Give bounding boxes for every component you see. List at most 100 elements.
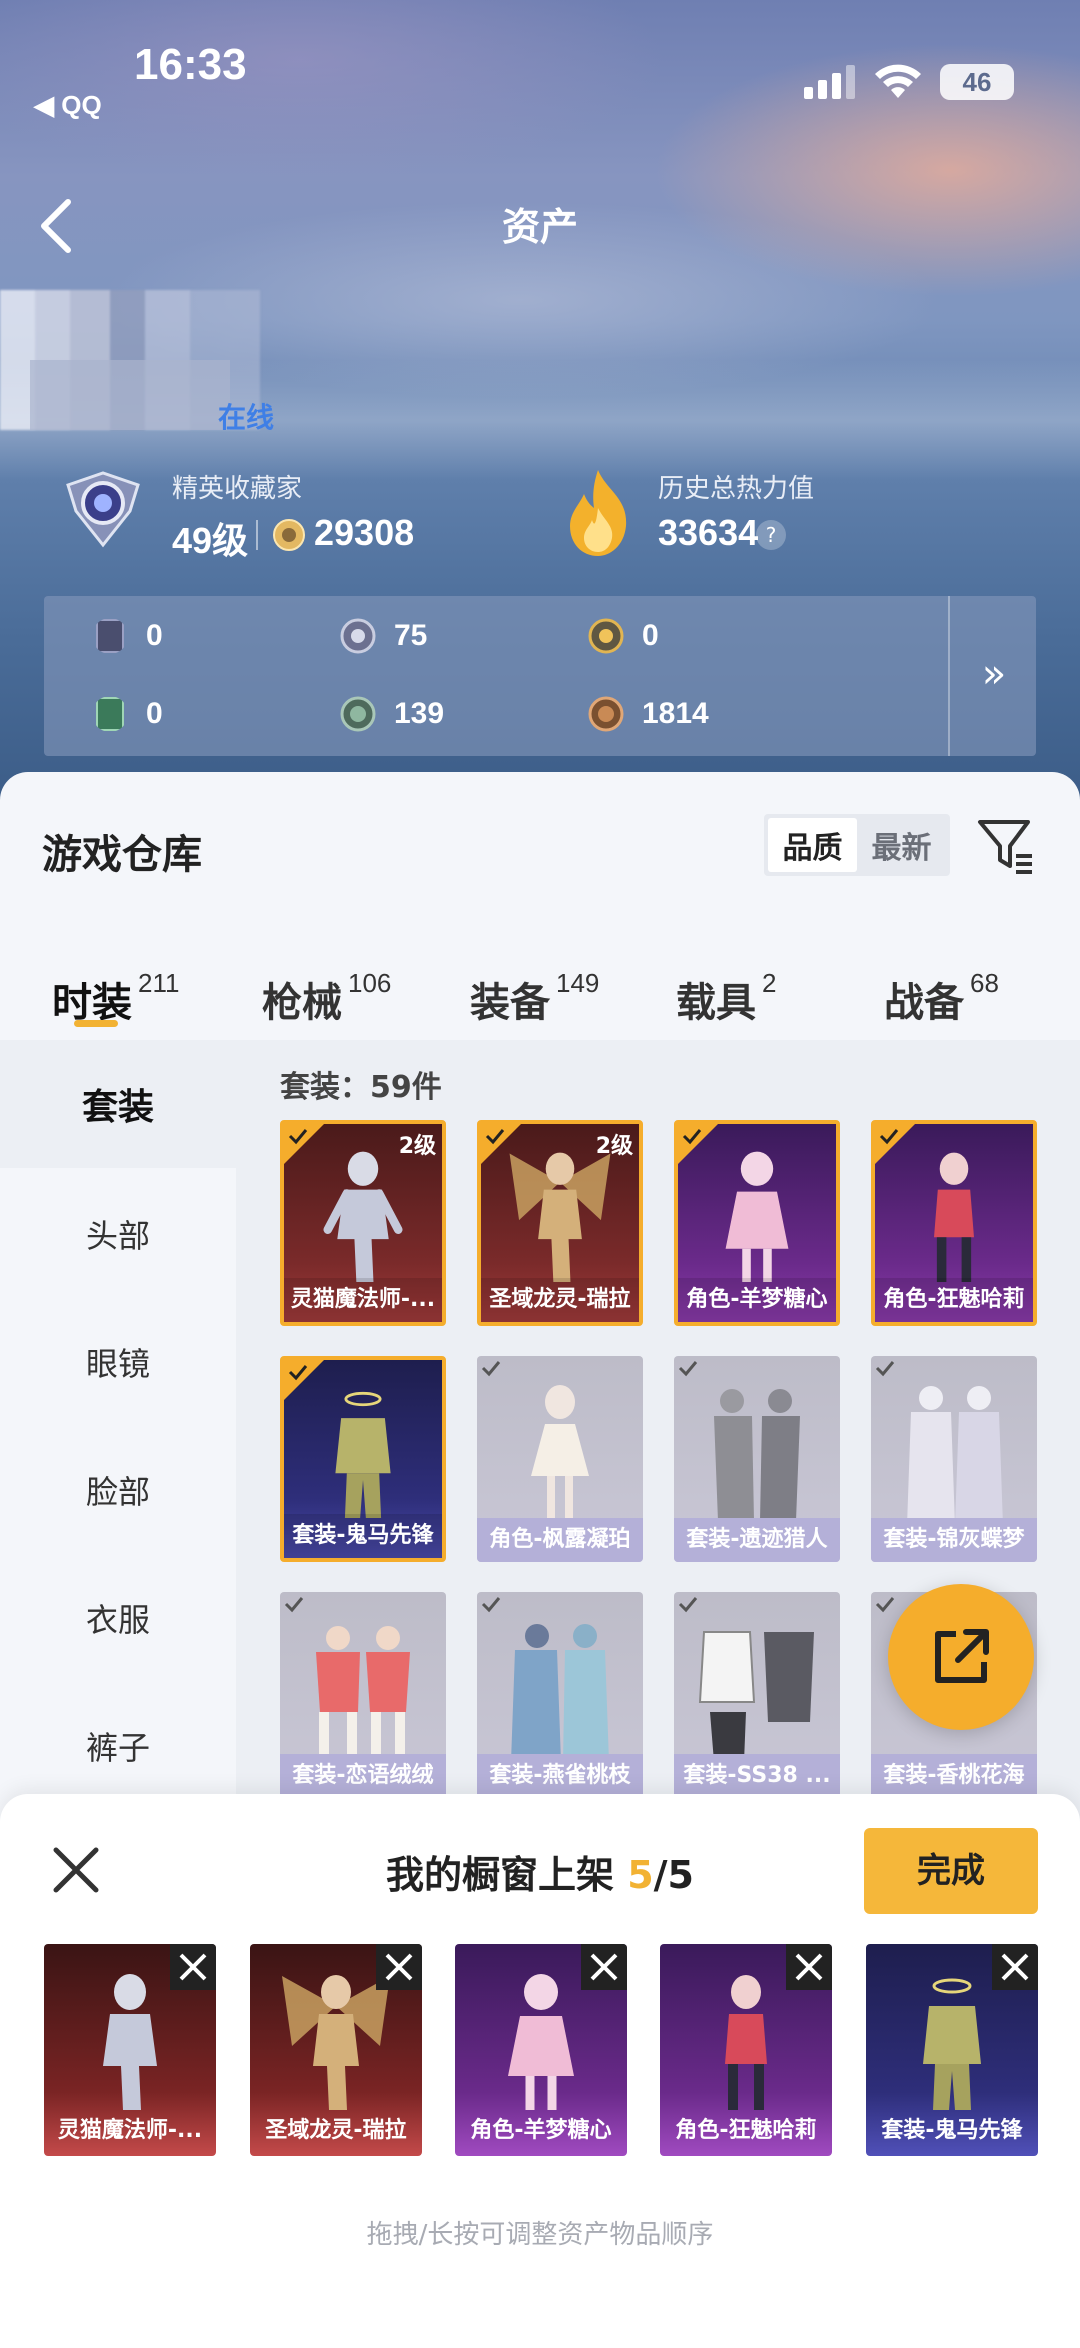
category-tabs: 时装 211 枪械 106 装备 149 载具 2 战备 68: [0, 942, 1080, 1038]
slot-name: 灵猫魔法师-...: [57, 2118, 203, 2143]
status-time: 16:33: [134, 40, 247, 89]
collector-coin-icon: [273, 519, 305, 551]
sidebar-item-face[interactable]: 脸部: [0, 1426, 236, 1554]
currency-value: 139: [394, 697, 445, 730]
showcase-slot[interactable]: 灵猫魔法师-...: [44, 1944, 216, 2156]
expand-currencies-button[interactable]: »: [964, 644, 1024, 704]
slot-name: 角色-羊梦糖心: [470, 2118, 612, 2143]
sort-toggle: 品质 最新: [764, 814, 950, 876]
divider: [256, 520, 258, 550]
gold-coin-icon: [588, 618, 624, 654]
tab-label: 载具: [676, 980, 756, 1026]
check-icon: [481, 1361, 501, 1377]
showcase-slot[interactable]: 套装-鬼马先锋: [866, 1944, 1038, 2156]
remove-button[interactable]: [992, 1944, 1038, 1990]
item-card[interactable]: 套装-恋语绒绒: [280, 1592, 446, 1798]
item-name: 套装-鬼马先锋: [284, 1514, 442, 1558]
tab-gear[interactable]: 战备 68: [884, 968, 999, 1028]
item-name: 角色-狂魅哈莉: [875, 1278, 1033, 1322]
sidebar-item-pants[interactable]: 裤子: [0, 1682, 236, 1810]
selected-check-icon: [678, 1124, 718, 1164]
item-name: 灵猫魔法师-...: [284, 1278, 442, 1322]
item-name: 套装-SS38 ...: [674, 1754, 840, 1798]
item-card[interactable]: 套装-遗迹猎人: [674, 1356, 840, 1562]
remove-button[interactable]: [170, 1944, 216, 1990]
heat-title: 历史总热力值: [658, 474, 815, 504]
divider: [948, 596, 950, 756]
close-icon: [590, 1953, 618, 1981]
heat-value: 33634: [658, 512, 759, 553]
tab-equipment[interactable]: 装备 149: [470, 968, 600, 1028]
close-icon: [795, 1953, 823, 1981]
showcase-count-total: /5: [653, 1853, 694, 1897]
remove-button[interactable]: [786, 1944, 832, 1990]
sidebar-item-clothes[interactable]: 衣服: [0, 1554, 236, 1682]
currency-value: 0: [642, 619, 659, 652]
help-icon[interactable]: ?: [756, 520, 786, 550]
close-icon: [385, 1953, 413, 1981]
remove-button[interactable]: [376, 1944, 422, 1990]
rank-level: 49级: [172, 520, 249, 561]
currency-item: 75: [340, 618, 427, 654]
tab-vehicles[interactable]: 载具 2: [676, 968, 777, 1028]
item-card[interactable]: 角色-枫露凝珀: [477, 1356, 643, 1562]
item-card[interactable]: 2级 圣域龙灵-瑞拉: [477, 1120, 643, 1326]
sidebar-item-suits[interactable]: 套装: [0, 1040, 236, 1168]
tab-count: 106: [348, 968, 392, 998]
item-card[interactable]: 2级 灵猫魔法师-...: [280, 1120, 446, 1326]
sort-by-quality[interactable]: 品质: [768, 818, 857, 872]
item-card[interactable]: 角色-羊梦糖心: [674, 1120, 840, 1326]
item-card[interactable]: 套装-SS38 ...: [674, 1592, 840, 1798]
rank-badge-icon: [66, 471, 140, 548]
share-button[interactable]: [888, 1584, 1034, 1730]
sort-by-newest[interactable]: 最新: [857, 818, 946, 872]
remove-button[interactable]: [581, 1944, 627, 1990]
reorder-hint: 拖拽/长按可调整资产物品顺序: [366, 2220, 714, 2250]
done-button[interactable]: 完成: [864, 1828, 1038, 1914]
battery-indicator: 46: [940, 64, 1014, 100]
slot-name: 角色-狂魅哈莉: [675, 2118, 817, 2143]
item-card[interactable]: 套装-燕雀桃枝: [477, 1592, 643, 1798]
slot-name: 圣域龙灵-瑞拉: [265, 2118, 407, 2143]
selected-check-icon: [284, 1360, 324, 1400]
sidebar-item-glasses[interactable]: 眼镜: [0, 1298, 236, 1426]
green-card-icon: [96, 697, 124, 731]
item-level: 2级: [595, 1134, 633, 1159]
item-card[interactable]: 角色-狂魅哈莉: [871, 1120, 1037, 1326]
showcase-slot[interactable]: 圣域龙灵-瑞拉: [250, 1944, 422, 2156]
slot-name: 套装-鬼马先锋: [881, 2118, 1023, 2143]
showcase-slot[interactable]: 角色-狂魅哈莉: [660, 1944, 832, 2156]
currency-value: 0: [146, 619, 163, 652]
currency-item: 139: [340, 696, 444, 732]
tab-count: 149: [556, 968, 600, 998]
showcase-title-text: 我的橱窗上架: [385, 1853, 628, 1897]
item-card[interactable]: 套装-鬼马先锋: [280, 1356, 446, 1562]
tab-count: 211: [138, 968, 180, 998]
tab-label: 装备: [470, 980, 550, 1026]
close-icon: [1001, 1953, 1029, 1981]
status-icons: 46: [804, 64, 1014, 100]
card-icon: [96, 619, 124, 653]
warehouse-title: 游戏仓库: [42, 832, 202, 878]
showcase-count-current: 5: [627, 1853, 654, 1897]
check-icon: [481, 1597, 501, 1613]
item-level: 2级: [398, 1134, 436, 1159]
currency-value: 0: [146, 697, 163, 730]
sidebar-item-head[interactable]: 头部: [0, 1170, 236, 1298]
silver-coin-icon: [340, 618, 376, 654]
fire-icon: [570, 470, 627, 556]
showcase-slot[interactable]: 角色-羊梦糖心: [455, 1944, 627, 2156]
filter-icon[interactable]: [976, 816, 1036, 876]
tab-weapons[interactable]: 枪械 106: [262, 968, 392, 1028]
tab-count: 2: [762, 968, 777, 998]
currency-value: 75: [394, 619, 428, 652]
item-name: 套装-香桃花海: [871, 1754, 1037, 1798]
item-card[interactable]: 套装-锦灰蝶梦: [871, 1356, 1037, 1562]
check-icon: [284, 1597, 304, 1613]
check-icon: [875, 1361, 895, 1377]
blurred-username: [30, 360, 230, 430]
tab-label: 战备: [884, 980, 964, 1026]
back-to-app-link[interactable]: ◀ QQ: [34, 90, 102, 121]
rank-title: 精英收藏家: [172, 474, 303, 504]
item-name: 套装-遗迹猎人: [674, 1518, 840, 1562]
